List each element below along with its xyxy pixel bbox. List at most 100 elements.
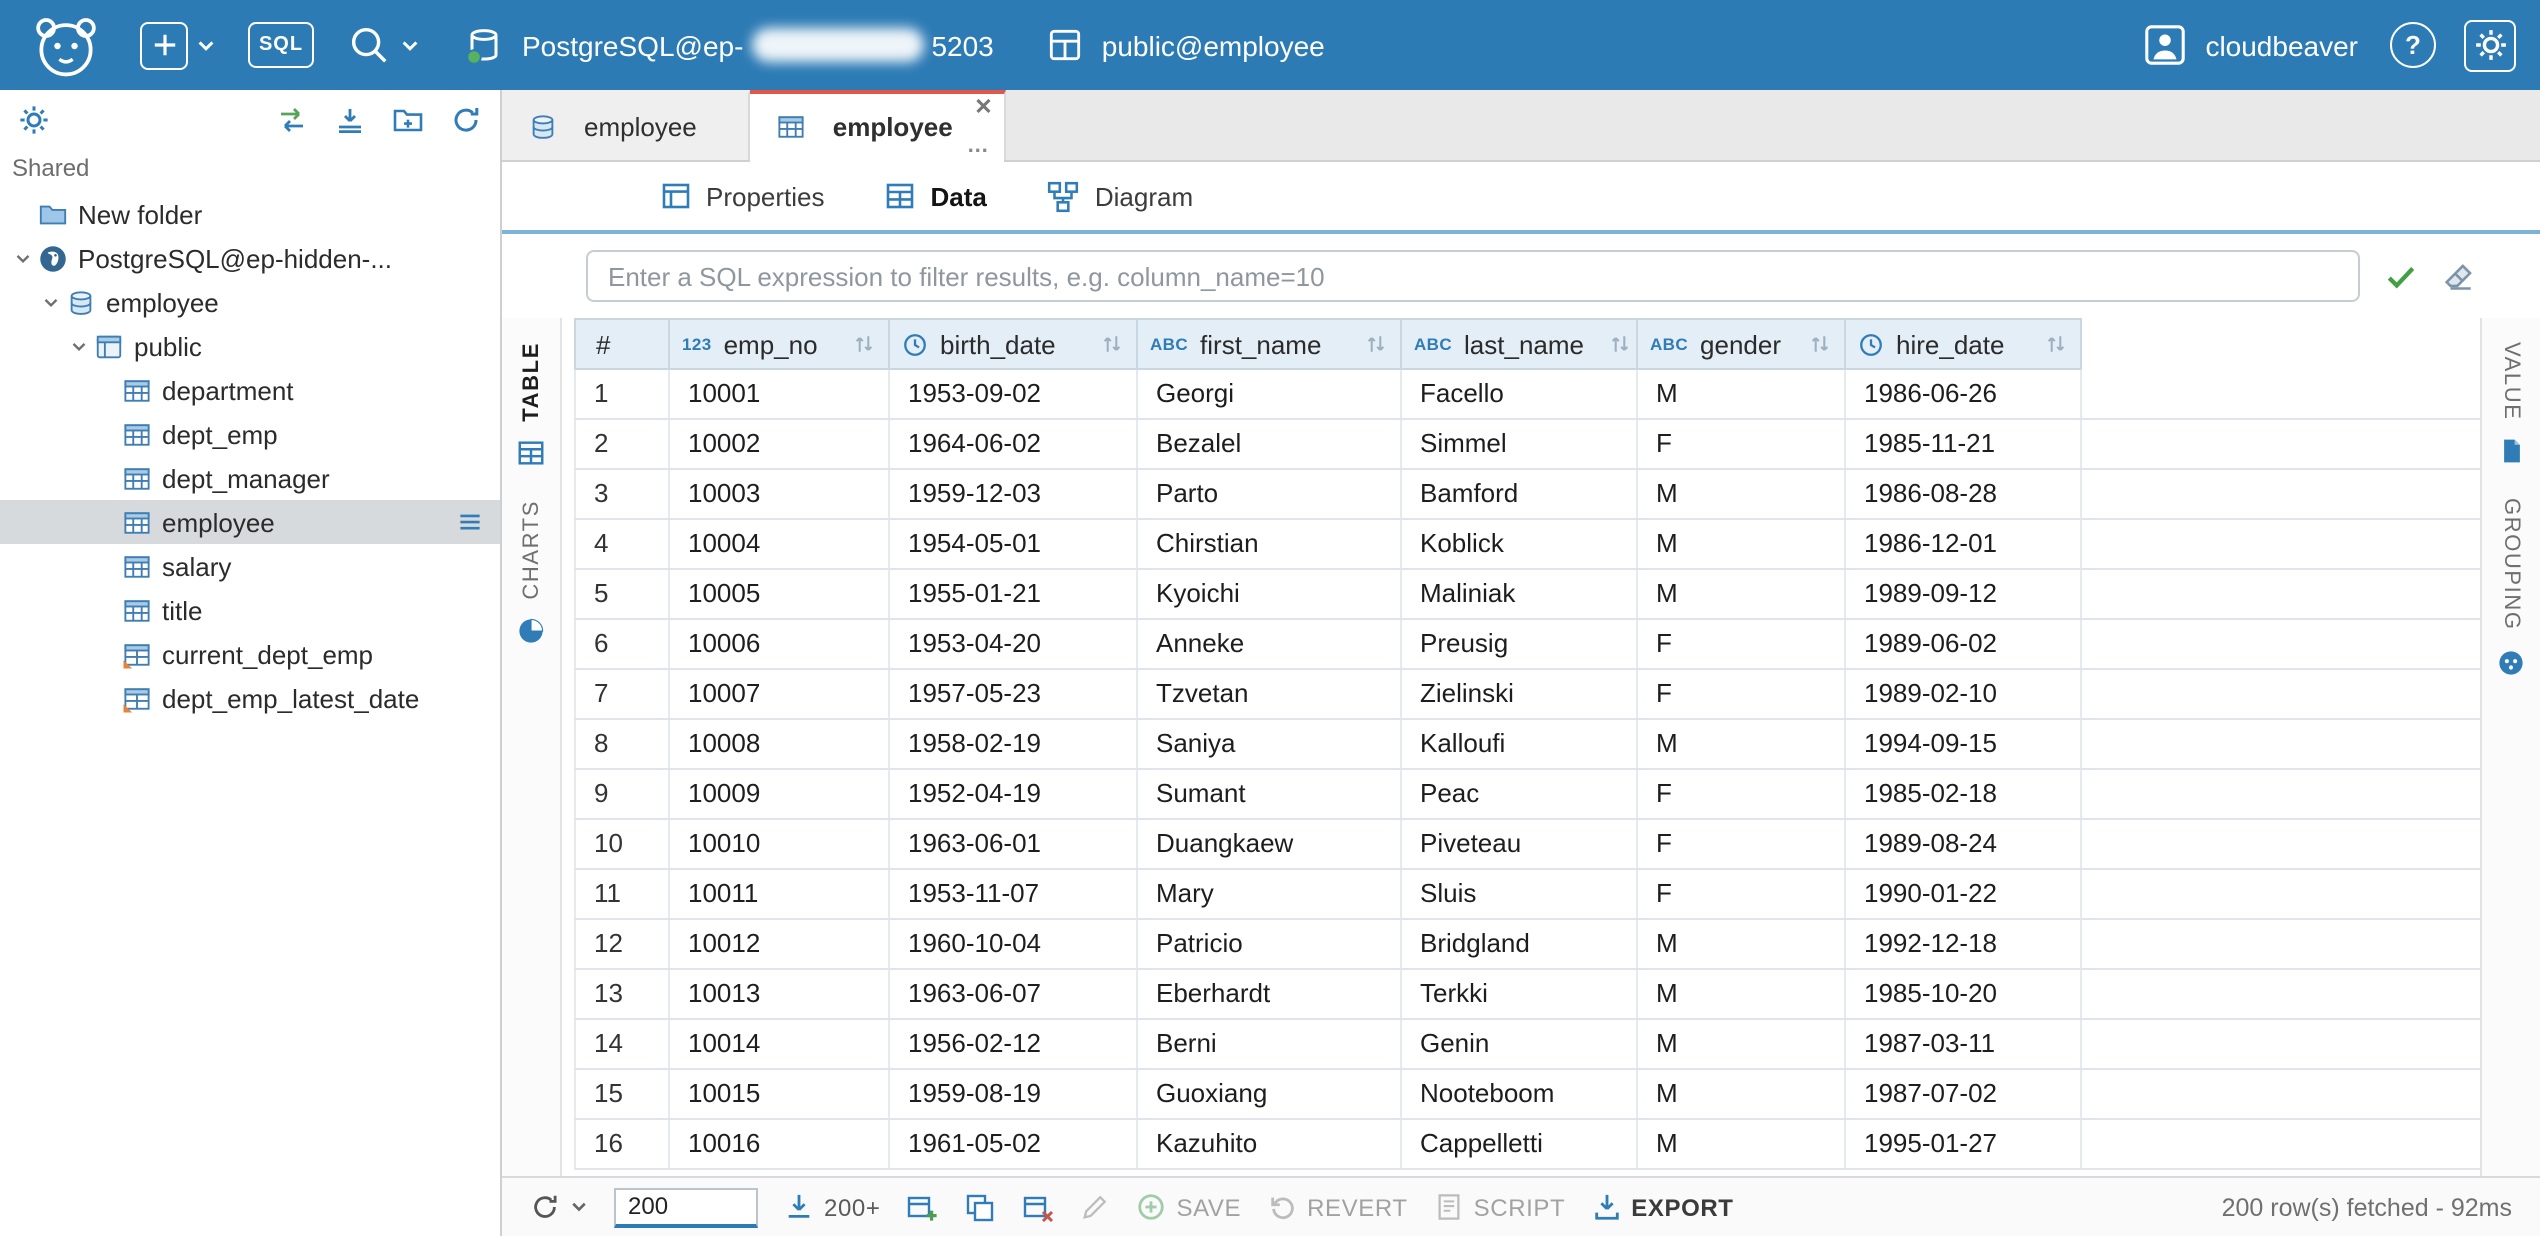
grid-cell[interactable]: M: [1638, 470, 1846, 518]
grid-cell[interactable]: 1953-09-02: [890, 370, 1138, 418]
grid-cell[interactable]: Maliniak: [1402, 570, 1638, 618]
row-number-cell[interactable]: 8: [574, 720, 670, 768]
grid-cell[interactable]: Zielinski: [1402, 670, 1638, 718]
grid-cell[interactable]: F: [1638, 770, 1846, 818]
grid-cell[interactable]: 10016: [670, 1120, 890, 1168]
collapse-all-icon[interactable]: [334, 104, 366, 136]
column-header-birth_date[interactable]: birth_date: [890, 318, 1138, 370]
tree-item[interactable]: dept_emp_latest_date: [0, 676, 500, 720]
grid-cell[interactable]: Chirstian: [1138, 520, 1402, 568]
caret-icon[interactable]: [8, 244, 36, 272]
grid-cell[interactable]: 10007: [670, 670, 890, 718]
grid-cell[interactable]: 1960-10-04: [890, 920, 1138, 968]
grid-cell[interactable]: 10005: [670, 570, 890, 618]
grid-cell[interactable]: Anneke: [1138, 620, 1402, 668]
grid-cell[interactable]: Kalloufi: [1402, 720, 1638, 768]
row-number-cell[interactable]: 5: [574, 570, 670, 618]
grid-cell[interactable]: 10009: [670, 770, 890, 818]
grid-cell[interactable]: Kyoichi: [1138, 570, 1402, 618]
node-menu-icon[interactable]: [456, 508, 484, 536]
caret-icon[interactable]: [64, 332, 92, 360]
delete-row-button[interactable]: [1022, 1191, 1054, 1223]
grid-cell[interactable]: 1994-09-15: [1846, 720, 2082, 768]
user-menu[interactable]: cloudbeaver: [2141, 22, 2358, 68]
script-button[interactable]: SCRIPT: [1434, 1192, 1566, 1222]
caret-icon[interactable]: [36, 288, 64, 316]
filter-input[interactable]: [586, 250, 2360, 302]
row-number-cell[interactable]: 9: [574, 770, 670, 818]
grid-cell[interactable]: Georgi: [1138, 370, 1402, 418]
grid-cell[interactable]: M: [1638, 370, 1846, 418]
grid-cell[interactable]: M: [1638, 1070, 1846, 1118]
tree-item[interactable]: dept_manager: [0, 456, 500, 500]
refresh-tree-icon[interactable]: [450, 104, 482, 136]
grid-cell[interactable]: Patricio: [1138, 920, 1402, 968]
grid-cell[interactable]: 1989-06-02: [1846, 620, 2082, 668]
grid-cell[interactable]: 10014: [670, 1020, 890, 1068]
grid-cell[interactable]: 10004: [670, 520, 890, 568]
row-number-cell[interactable]: 13: [574, 970, 670, 1018]
grid-cell[interactable]: 1985-11-21: [1846, 420, 2082, 468]
sort-icon[interactable]: [1608, 332, 1632, 356]
grid-cell[interactable]: 1959-08-19: [890, 1070, 1138, 1118]
grid-cell[interactable]: 1986-06-26: [1846, 370, 2082, 418]
row-number-cell[interactable]: 4: [574, 520, 670, 568]
grid-cell[interactable]: F: [1638, 820, 1846, 868]
sync-editor-icon[interactable]: [276, 104, 308, 136]
grid-cell[interactable]: Koblick: [1402, 520, 1638, 568]
sort-icon[interactable]: [852, 332, 876, 356]
grid-cell[interactable]: M: [1638, 1020, 1846, 1068]
grid-cell[interactable]: Nooteboom: [1402, 1070, 1638, 1118]
grid-cell[interactable]: Bridgland: [1402, 920, 1638, 968]
grid-cell[interactable]: 1959-12-03: [890, 470, 1138, 518]
column-header-emp_no[interactable]: 123emp_no: [670, 318, 890, 370]
grid-cell[interactable]: F: [1638, 870, 1846, 918]
grid-cell[interactable]: 1954-05-01: [890, 520, 1138, 568]
grid-cell[interactable]: Facello: [1402, 370, 1638, 418]
grid-cell[interactable]: 1961-05-02: [890, 1120, 1138, 1168]
grid-cell[interactable]: 1956-02-12: [890, 1020, 1138, 1068]
grid-cell[interactable]: 1987-07-02: [1846, 1070, 2082, 1118]
subtab-data[interactable]: Data: [855, 162, 1017, 230]
apply-filter-icon[interactable]: [2384, 259, 2418, 293]
grid-cell[interactable]: 10012: [670, 920, 890, 968]
editor-tab[interactable]: employee: [502, 90, 751, 160]
grid-cell[interactable]: F: [1638, 420, 1846, 468]
grid-cell[interactable]: Berni: [1138, 1020, 1402, 1068]
grid-cell[interactable]: Eberhardt: [1138, 970, 1402, 1018]
grid-cell[interactable]: M: [1638, 920, 1846, 968]
schema-selector[interactable]: public@employee: [1046, 26, 1325, 64]
duplicate-row-button[interactable]: [964, 1191, 996, 1223]
grid-cell[interactable]: Terkki: [1402, 970, 1638, 1018]
grid-cell[interactable]: Saniya: [1138, 720, 1402, 768]
grid-cell[interactable]: Duangkaew: [1138, 820, 1402, 868]
grid-cell[interactable]: Tzvetan: [1138, 670, 1402, 718]
tree-item[interactable]: employee: [0, 500, 500, 544]
grid-cell[interactable]: Mary: [1138, 870, 1402, 918]
grid-cell[interactable]: 10008: [670, 720, 890, 768]
grid-cell[interactable]: 10006: [670, 620, 890, 668]
row-number-cell[interactable]: 10: [574, 820, 670, 868]
help-button[interactable]: ?: [2390, 22, 2436, 68]
row-number-header[interactable]: #: [574, 318, 670, 370]
sort-icon[interactable]: [2044, 332, 2068, 356]
grid-cell[interactable]: Piveteau: [1402, 820, 1638, 868]
new-object-button[interactable]: [140, 21, 216, 69]
panel-tab-grouping[interactable]: GROUPING: [2496, 483, 2526, 694]
subtab-properties[interactable]: Properties: [630, 162, 855, 230]
grid-cell[interactable]: 1989-02-10: [1846, 670, 2082, 718]
tree-item[interactable]: salary: [0, 544, 500, 588]
subtab-diagram[interactable]: Diagram: [1017, 162, 1223, 230]
grid-cell[interactable]: 1987-03-11: [1846, 1020, 2082, 1068]
row-number-cell[interactable]: 14: [574, 1020, 670, 1068]
row-number-cell[interactable]: 1: [574, 370, 670, 418]
grid-cell[interactable]: Peac: [1402, 770, 1638, 818]
grid-cell[interactable]: 1963-06-07: [890, 970, 1138, 1018]
grid-cell[interactable]: 1989-09-12: [1846, 570, 2082, 618]
panel-tab-value[interactable]: VALUE: [2497, 326, 2525, 483]
grid-cell[interactable]: F: [1638, 670, 1846, 718]
grid-cell[interactable]: 10003: [670, 470, 890, 518]
close-icon[interactable]: ✕: [974, 98, 992, 120]
grid-cell[interactable]: Bamford: [1402, 470, 1638, 518]
panel-tab-table[interactable]: TABLE: [516, 326, 546, 484]
